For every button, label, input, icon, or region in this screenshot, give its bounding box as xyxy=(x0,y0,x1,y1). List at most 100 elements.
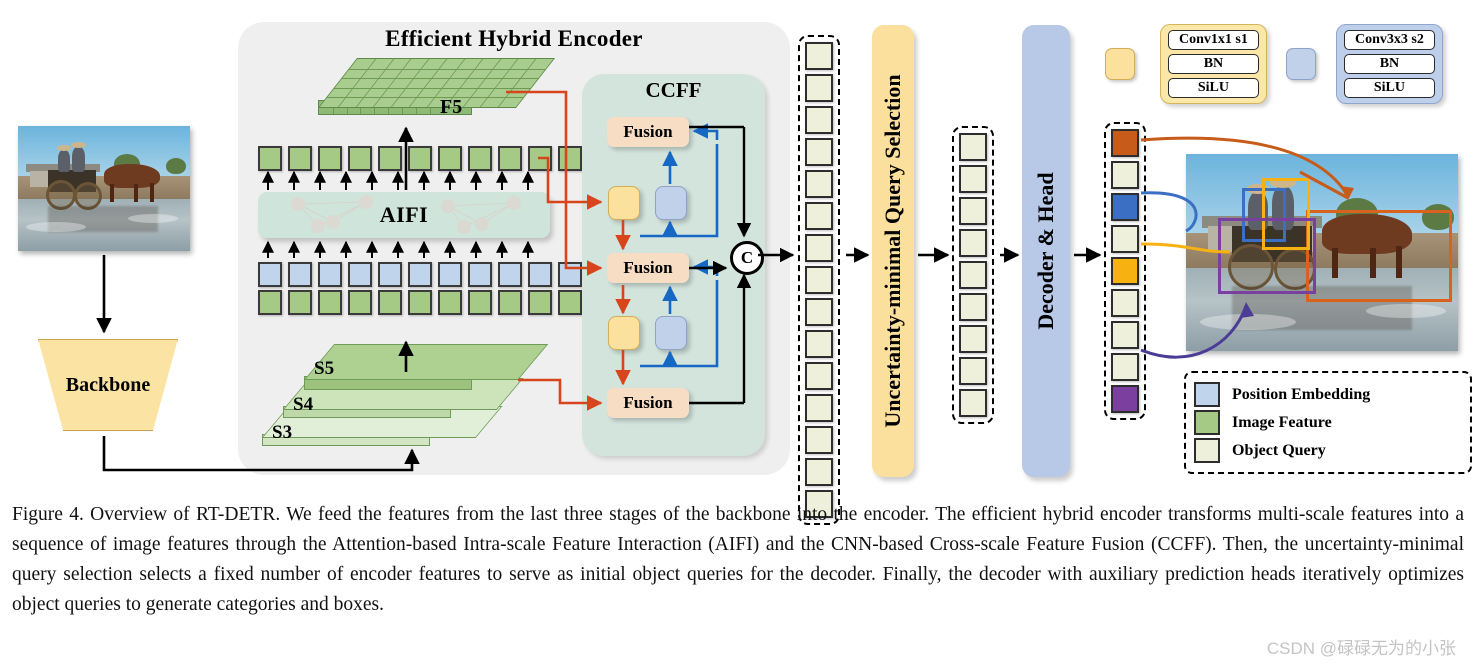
s5-label: S5 xyxy=(314,358,335,379)
conv1x1-block-2 xyxy=(608,316,640,350)
object-query-box xyxy=(959,389,987,417)
image-feature-token xyxy=(348,146,372,171)
object-query-box xyxy=(959,133,987,161)
aifi-label: AIFI xyxy=(379,202,429,227)
encoder-feature-box xyxy=(805,170,833,198)
f5-grid-line xyxy=(337,59,377,107)
position-embedding-token xyxy=(318,262,342,287)
stage-feature-s5 xyxy=(304,344,549,390)
backbone-block: Backbone xyxy=(38,339,178,431)
encoder-feature-box xyxy=(805,138,833,166)
s4-label: S4 xyxy=(293,394,314,415)
position-embedding-token xyxy=(498,262,522,287)
detection-box-horse xyxy=(1306,210,1452,302)
legend-swatch-object-query xyxy=(1194,438,1220,463)
conv3x3-silu-label: SiLU xyxy=(1344,78,1435,98)
image-feature-token xyxy=(258,146,282,171)
f5-feature-map xyxy=(318,58,556,120)
image-feature-token xyxy=(528,290,552,315)
image-feature-token xyxy=(438,290,462,315)
conv3x3-legend: Conv3x3 s2 BN SiLU xyxy=(1336,24,1443,104)
conv1x1-op-label: Conv1x1 s1 xyxy=(1168,30,1259,50)
encoder-feature-box xyxy=(805,234,833,262)
image-feature-token-row-bottom xyxy=(258,290,582,315)
image-feature-token xyxy=(558,146,582,171)
decoder-output-box-highlighted xyxy=(1111,257,1139,285)
image-feature-token xyxy=(378,290,402,315)
query-selection-label: Uncertainty-minimal Query Selection xyxy=(880,74,905,428)
legend-item-position-embedding: Position Embedding xyxy=(1194,382,1462,407)
f5-grid-line xyxy=(373,59,412,107)
conv1x1-silu-label: SiLU xyxy=(1168,78,1259,98)
watermark: CSDN @碌碌无为的小张 xyxy=(1266,639,1456,658)
encoder-feature-box xyxy=(805,298,833,326)
legend-item-object-query: Object Query xyxy=(1194,438,1462,463)
conv3x3-bn-label: BN xyxy=(1344,54,1435,74)
backbone-label: Backbone xyxy=(65,373,151,396)
encoder-feature-box xyxy=(805,394,833,422)
image-feature-token xyxy=(438,146,462,171)
encoder-feature-box xyxy=(805,202,833,230)
conv3x3-block-2 xyxy=(655,316,687,350)
aifi-block: AIFI xyxy=(258,192,550,238)
object-query-box xyxy=(959,325,987,353)
encoder-feature-box xyxy=(805,426,833,454)
decoder-and-head-block: Decoder & Head xyxy=(1022,25,1070,477)
fusion-block-2: Fusion xyxy=(607,253,689,283)
legend-swatch-image-feature xyxy=(1194,410,1220,435)
object-query-box xyxy=(959,357,987,385)
decoder-output-box-highlighted xyxy=(1111,193,1139,221)
f5-grid-line xyxy=(326,97,524,99)
object-query-box xyxy=(959,165,987,193)
encoder-feature-box xyxy=(805,42,833,70)
image-feature-token xyxy=(408,146,432,171)
f5-grid-line xyxy=(355,59,394,107)
decoder-output-box xyxy=(1111,353,1139,381)
figure-caption: Figure 4. Overview of RT-DETR. We feed t… xyxy=(12,504,1464,615)
f5-grid-line xyxy=(341,78,539,80)
image-feature-token xyxy=(558,290,582,315)
image-feature-token xyxy=(528,146,552,171)
position-embedding-token xyxy=(408,262,432,287)
decoder-output-box xyxy=(1111,225,1139,253)
decoder-output-box xyxy=(1111,321,1139,349)
image-feature-token xyxy=(348,290,372,315)
image-feature-token xyxy=(318,290,342,315)
conv3x3-op-label: Conv3x3 s2 xyxy=(1344,30,1435,50)
conv1x1-block-1 xyxy=(608,186,640,220)
image-feature-token xyxy=(318,146,342,171)
decoder-output-box-highlighted xyxy=(1111,385,1139,413)
encoder-feature-sequence xyxy=(798,35,840,525)
decoder-output-box-highlighted xyxy=(1111,129,1139,157)
s3-label: S3 xyxy=(272,422,293,443)
decoder-label: Decoder & Head xyxy=(1033,172,1058,330)
encoder-feature-box xyxy=(805,74,833,102)
position-embedding-token xyxy=(378,262,402,287)
f5-grid-line xyxy=(334,87,531,89)
image-feature-token xyxy=(468,146,492,171)
legend-label-position-embedding: Position Embedding xyxy=(1232,385,1371,403)
position-embedding-token xyxy=(528,262,552,287)
f5-grid-line xyxy=(349,68,546,70)
decoder-output-queries xyxy=(1104,122,1146,420)
encoder-feature-box xyxy=(805,362,833,390)
image-feature-token xyxy=(288,290,312,315)
position-embedding-token-row xyxy=(258,262,582,287)
image-feature-token xyxy=(378,146,402,171)
image-feature-token-row-top xyxy=(258,146,582,171)
image-feature-token xyxy=(258,290,282,315)
figure-diagram: Efficient Hybrid Encoder Backbone F5 AIF… xyxy=(0,0,1474,525)
legend-label-object-query: Object Query xyxy=(1232,441,1326,459)
object-query-box xyxy=(959,293,987,321)
encoder-feature-box xyxy=(805,330,833,358)
concat-node: C xyxy=(730,241,764,275)
f5-grid-line xyxy=(480,59,519,107)
legend-swatch-position-embedding xyxy=(1194,382,1220,407)
legend-label-image-feature: Image Feature xyxy=(1232,413,1332,431)
detection-result-image xyxy=(1186,154,1458,351)
ccff-title: CCFF xyxy=(645,78,702,102)
encoder-title: Efficient Hybrid Encoder xyxy=(385,26,643,51)
image-feature-token xyxy=(498,290,522,315)
conv3x3-block-1 xyxy=(655,186,687,220)
image-feature-token xyxy=(468,290,492,315)
